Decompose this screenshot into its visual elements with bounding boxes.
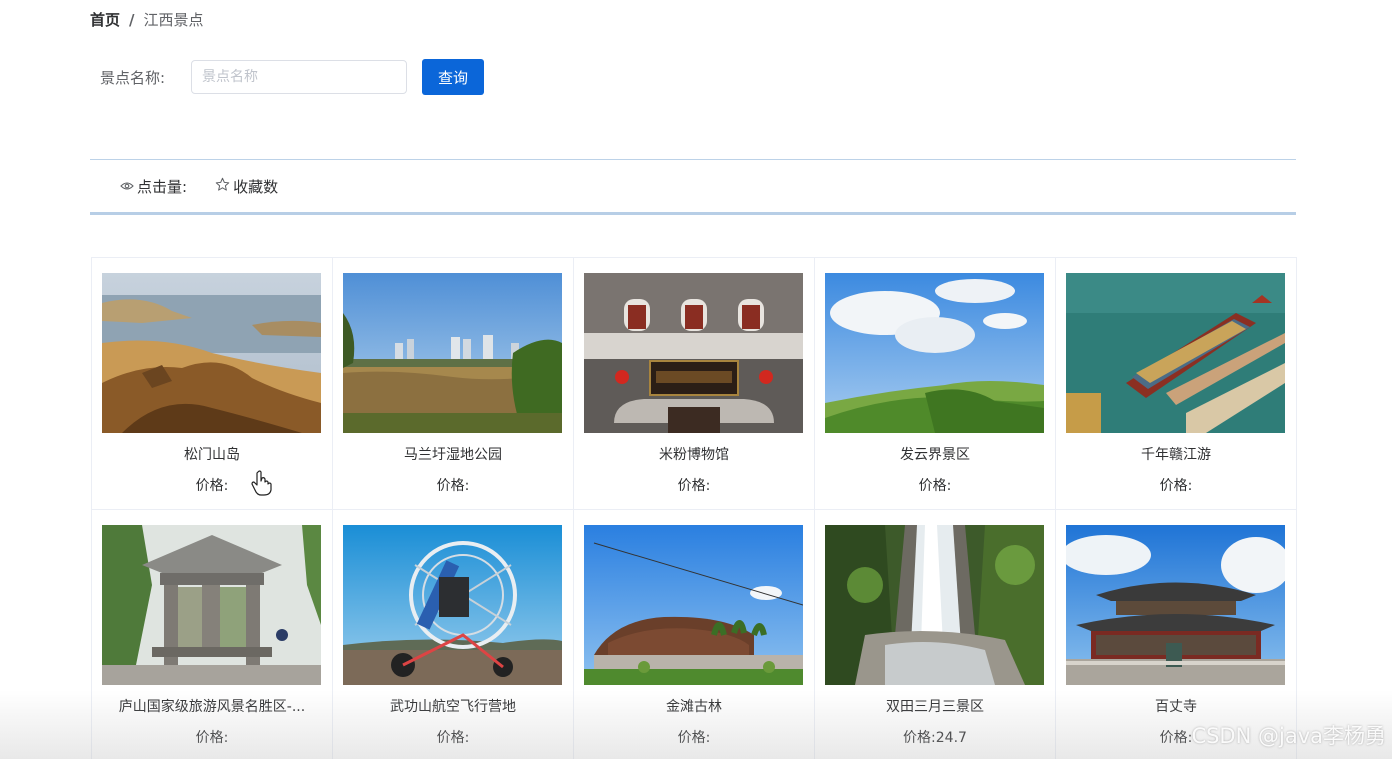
breadcrumb-separator: / xyxy=(129,10,135,29)
watermark: CSDN @java李杨勇 xyxy=(1191,724,1386,748)
spot-price: 价格: xyxy=(436,478,470,494)
star-icon xyxy=(215,177,233,196)
spot-price: 价格: xyxy=(436,730,470,746)
waterfall-photo[interactable] xyxy=(825,525,1044,685)
spot-card[interactable]: 发云界景区 价格: xyxy=(815,258,1056,510)
breadcrumb-home[interactable]: 首页 xyxy=(90,9,120,30)
spot-card[interactable]: 金滩古林 价格: xyxy=(574,510,815,759)
spot-name: 千年赣江游 xyxy=(1141,447,1211,463)
spot-name: 马兰圩湿地公园 xyxy=(404,447,502,463)
green-hills-sky-photo[interactable] xyxy=(825,273,1044,433)
spot-grid: 松门山岛 价格: 马兰圩湿地公园 价格: 米粉博物馆 价格: 发云界景区 价格:… xyxy=(91,257,1297,759)
coastal-rock-lake-photo[interactable] xyxy=(102,273,321,433)
spot-name: 双田三月三景区 xyxy=(886,699,984,715)
search-input[interactable] xyxy=(191,60,407,94)
spot-card[interactable]: 米粉博物馆 价格: xyxy=(574,258,815,510)
hand-cursor-icon xyxy=(251,470,273,500)
temple-hall-photo[interactable] xyxy=(1066,525,1285,685)
spot-price: 价格: xyxy=(918,478,952,494)
stone-pavilion-photo[interactable] xyxy=(102,525,321,685)
spot-name: 金滩古林 xyxy=(666,699,722,715)
spot-name: 发云界景区 xyxy=(900,447,970,463)
spot-name: 百丈寺 xyxy=(1155,699,1197,715)
page: 首页 / 江西景点 景点名称: 查询 点击量: 收藏数 xyxy=(0,0,1392,759)
breadcrumb: 首页 / 江西景点 xyxy=(90,9,204,30)
spot-card[interactable]: 马兰圩湿地公园 价格: xyxy=(333,258,574,510)
breadcrumb-current: 江西景点 xyxy=(143,11,204,29)
spot-name: 庐山国家级旅游风景名胜区-... xyxy=(118,699,306,715)
sort-by-favorites[interactable]: 收藏数 xyxy=(215,176,278,197)
spot-card[interactable]: 双田三月三景区 价格:24.7 xyxy=(815,510,1056,759)
search-label: 景点名称: xyxy=(100,68,166,87)
sort-bar: 点击量: 收藏数 xyxy=(90,159,1296,215)
spot-price: 价格: xyxy=(195,730,229,746)
spot-card[interactable]: 武功山航空飞行营地 价格: xyxy=(333,510,574,759)
sort-favorites-label: 收藏数 xyxy=(233,177,279,196)
river-cruise-boat-photo[interactable] xyxy=(1066,273,1285,433)
spot-name: 松门山岛 xyxy=(184,447,240,463)
museum-facade-photo[interactable] xyxy=(584,273,803,433)
spot-price: 价格: xyxy=(1159,478,1193,494)
sort-clicks-label: 点击量: xyxy=(137,177,188,196)
paramotor-aircraft-photo[interactable] xyxy=(343,525,562,685)
eye-icon xyxy=(120,177,137,195)
spot-card[interactable]: 庐山国家级旅游风景名胜区-... 价格: xyxy=(92,510,333,759)
wetland-city-skyline-photo[interactable] xyxy=(343,273,562,433)
search-button[interactable]: 查询 xyxy=(422,59,484,95)
spot-card[interactable]: 松门山岛 价格: xyxy=(92,258,333,510)
spot-price: 价格: xyxy=(677,478,711,494)
spot-name: 米粉博物馆 xyxy=(659,447,729,463)
spot-card[interactable]: 千年赣江游 价格: xyxy=(1056,258,1297,510)
ancient-forest-sign-photo[interactable] xyxy=(584,525,803,685)
spot-price: 价格:24.7 xyxy=(903,730,967,746)
sort-by-clicks[interactable]: 点击量: xyxy=(120,176,187,197)
spot-price: 价格: xyxy=(677,730,711,746)
search-form: 景点名称: 查询 xyxy=(100,59,484,95)
spot-price: 价格: xyxy=(195,478,229,494)
spot-name: 武功山航空飞行营地 xyxy=(390,699,516,715)
